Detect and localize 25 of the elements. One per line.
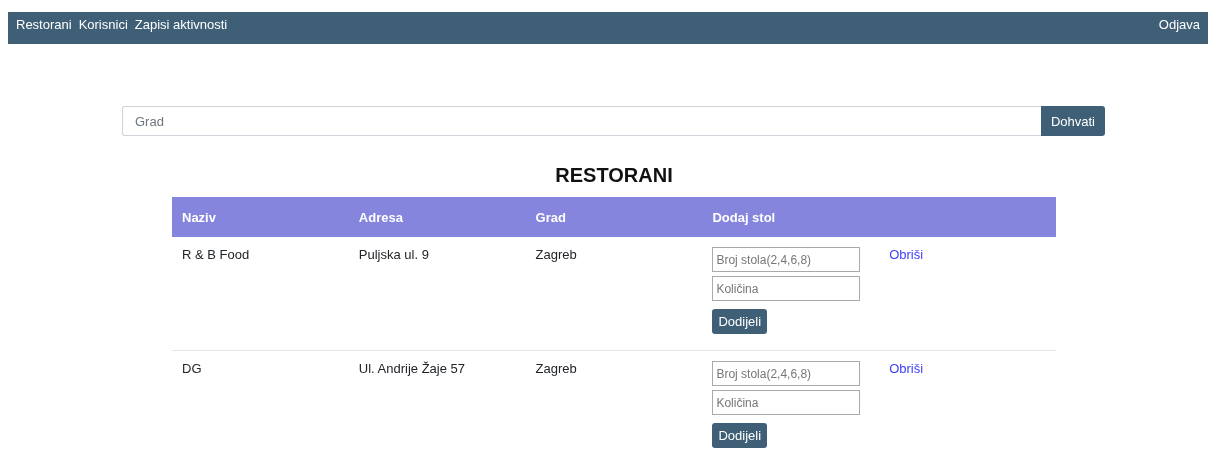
assign-button[interactable]: Dodijeli bbox=[712, 309, 768, 334]
column-header: Naziv bbox=[182, 209, 216, 225]
logout-link[interactable]: Odjava bbox=[1158, 17, 1200, 32]
table-size-field[interactable]: Broj stola(2,4,6,8) bbox=[712, 361, 861, 386]
page-title: RESTORANI bbox=[555, 164, 673, 187]
quantity-field[interactable]: Količina bbox=[712, 390, 861, 415]
nav-link[interactable]: Korisnici bbox=[78, 17, 128, 32]
nav-link[interactable]: Restorani bbox=[16, 17, 72, 32]
table-cell: Zagreb bbox=[535, 361, 577, 376]
table-cell: DG bbox=[182, 361, 202, 376]
quantity-field[interactable]: Količina bbox=[712, 276, 861, 301]
table-size-field[interactable]: Broj stola(2,4,6,8) bbox=[712, 247, 861, 272]
nav-link[interactable]: Zapisi aktivnosti bbox=[134, 17, 228, 32]
city-search-field[interactable]: Grad bbox=[122, 106, 1041, 136]
column-header: Grad bbox=[535, 209, 566, 225]
table-cell: Ul. Andrije Žaje 57 bbox=[358, 361, 466, 376]
fetch-button[interactable]: Dohvati bbox=[1040, 106, 1105, 136]
table-cell: R & B Food bbox=[182, 247, 250, 262]
table-cell: Zagreb bbox=[535, 247, 577, 262]
column-header: Adresa bbox=[358, 209, 403, 225]
table-cell: Puljska ul. 9 bbox=[358, 247, 429, 262]
delete-link[interactable]: Obriši bbox=[889, 247, 924, 262]
assign-button[interactable]: Dodijeli bbox=[712, 423, 768, 448]
delete-link[interactable]: Obriši bbox=[889, 361, 924, 376]
column-header: Dodaj stol bbox=[712, 209, 776, 225]
